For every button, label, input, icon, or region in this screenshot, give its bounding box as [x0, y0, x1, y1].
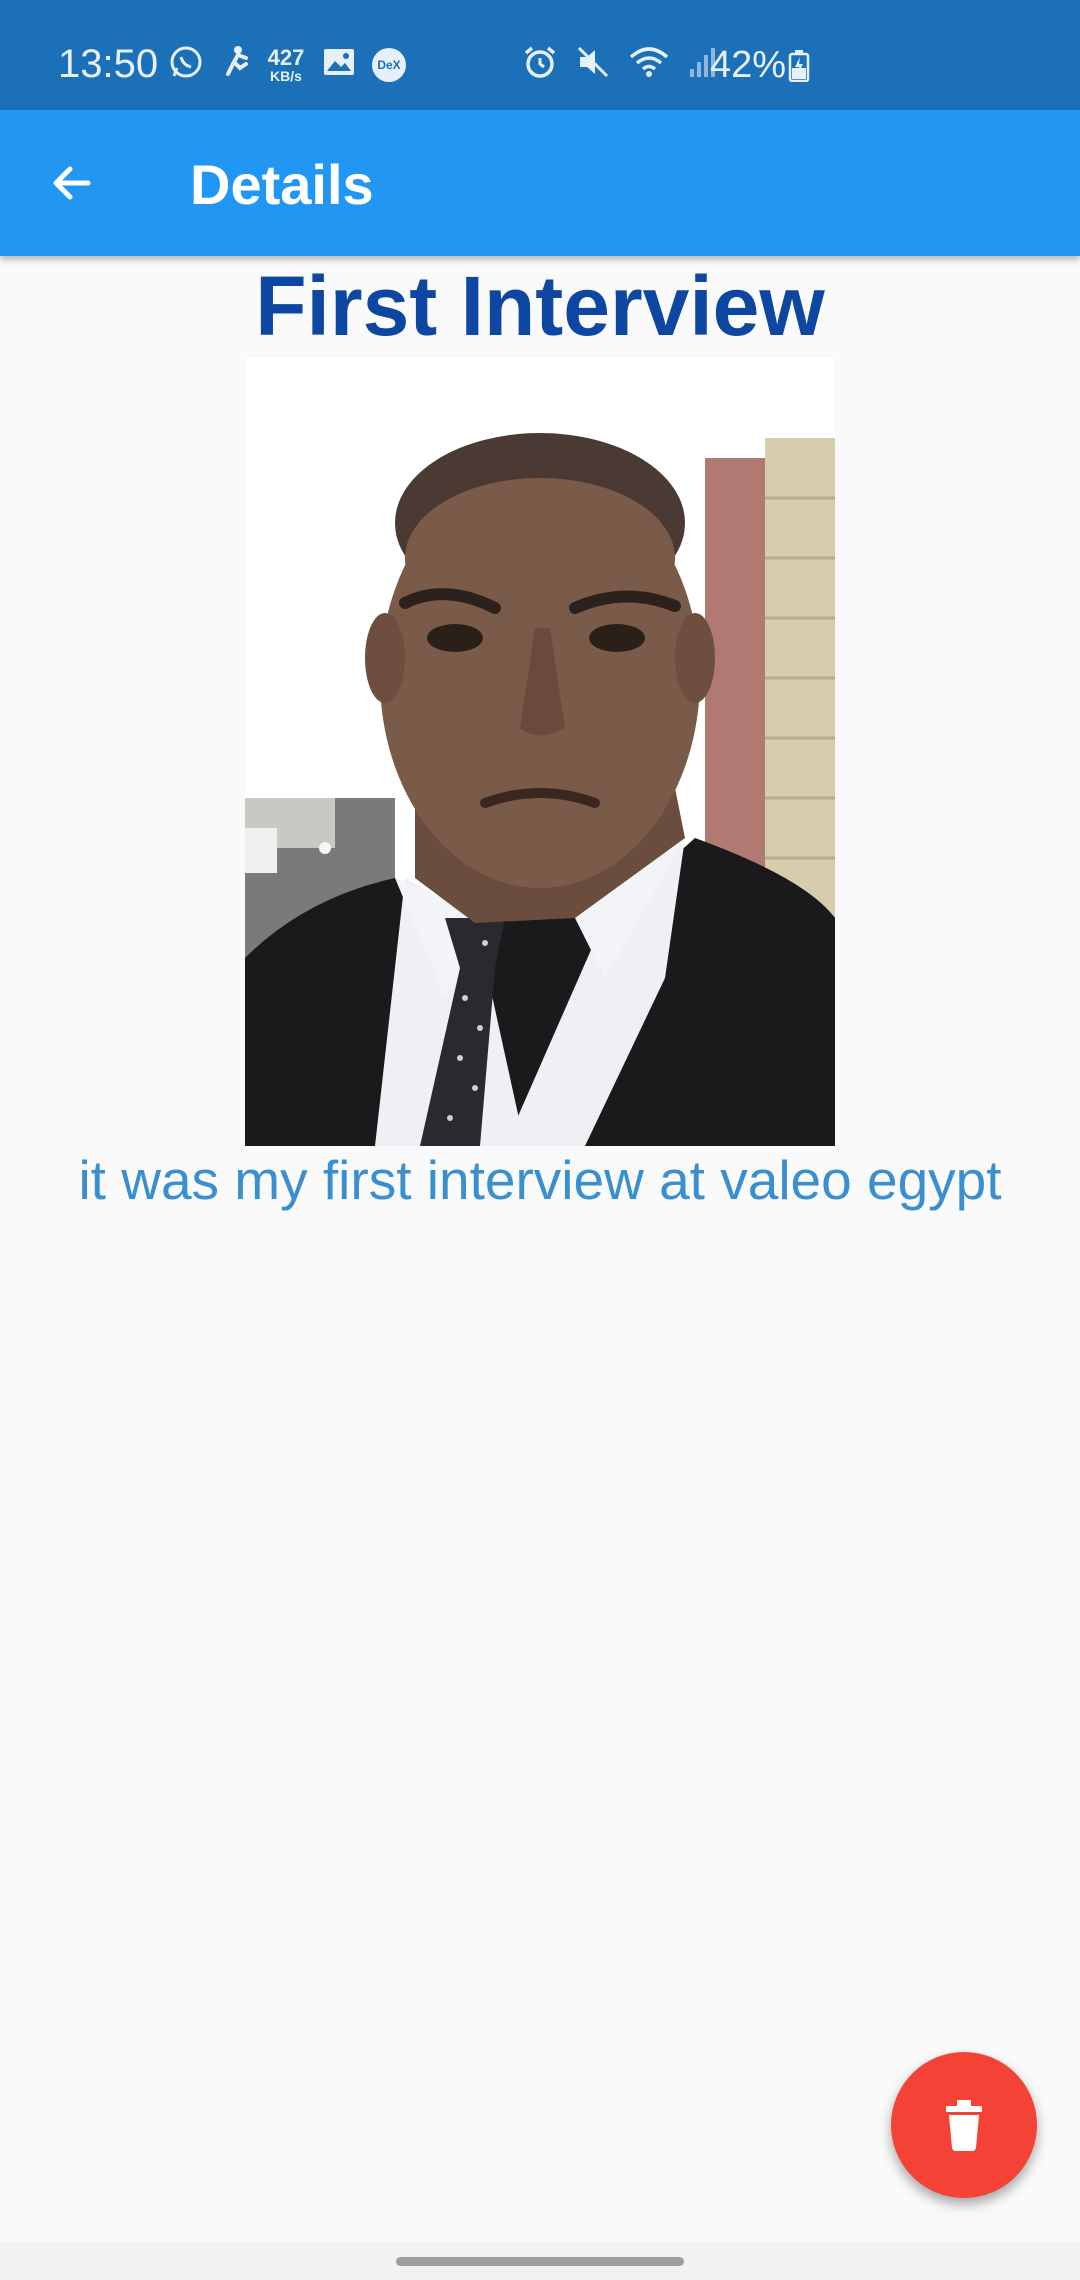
battery-charging-icon [788, 50, 810, 87]
memory-photo [245, 358, 835, 1146]
page-title: First Interview [255, 259, 825, 353]
app-bar-title: Details [190, 153, 374, 216]
status-icons-right [522, 44, 718, 85]
wifi-icon [628, 45, 670, 84]
app-bar: Details [0, 110, 1080, 256]
arrow-back-icon [53, 166, 91, 200]
mute-icon [576, 45, 610, 84]
net-speed-value: 427 [267, 44, 305, 70]
back-button[interactable] [44, 155, 100, 211]
net-speed: 427 KB/s [266, 44, 306, 84]
memory-caption: it was my first interview at valeo egypt [78, 1149, 1002, 1211]
whatsapp-icon [168, 44, 204, 85]
runner-icon [220, 44, 250, 85]
home-handle[interactable] [396, 2257, 684, 2266]
net-speed-unit: KB/s [270, 67, 302, 84]
dex-icon: DeX [372, 47, 406, 82]
battery-percent: 42% [710, 44, 787, 86]
image-icon [322, 45, 356, 84]
status-icons-left: 427 KB/s DeX [168, 44, 406, 85]
delete-button[interactable] [891, 2052, 1037, 2198]
trash-icon [946, 2100, 982, 2151]
status-bar: 13:50 427 KB/s DeX 42% [0, 0, 1080, 110]
alarm-icon [522, 44, 558, 85]
status-time: 13:50 [58, 42, 159, 86]
